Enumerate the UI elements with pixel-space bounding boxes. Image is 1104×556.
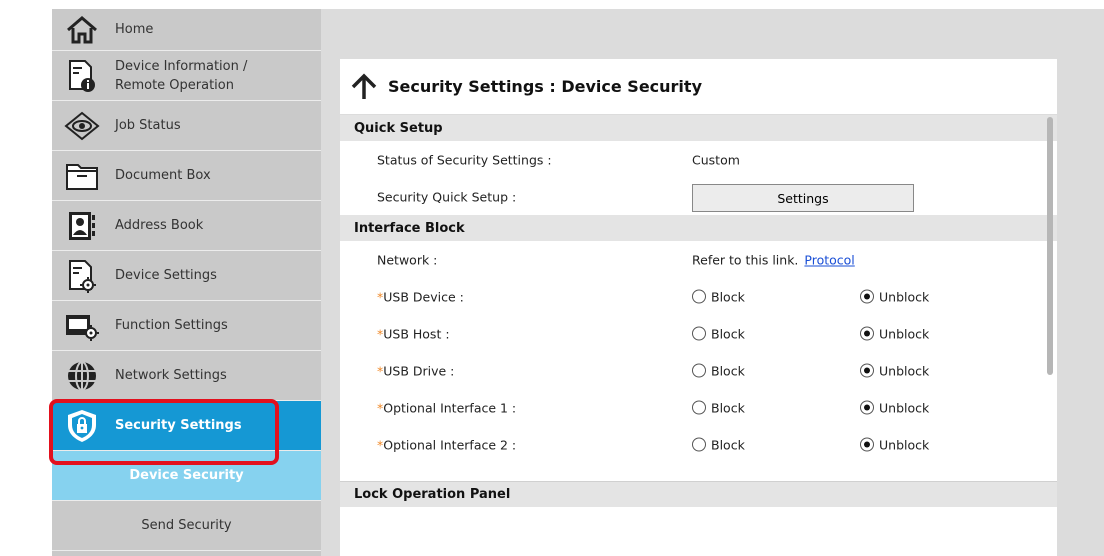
sidebar-item-label: Address Book bbox=[115, 218, 204, 233]
callout-highlight-frame bbox=[49, 399, 279, 465]
home-icon bbox=[62, 12, 102, 48]
radio-circle-icon bbox=[692, 437, 706, 452]
network-text: Refer to this link. bbox=[692, 252, 799, 267]
radio-circle-icon bbox=[860, 363, 874, 378]
vertical-scrollbar[interactable] bbox=[1047, 117, 1053, 375]
sidebar-item-function-settings[interactable]: Function Settings bbox=[52, 301, 321, 351]
page-title: Security Settings : Device Security bbox=[388, 77, 702, 96]
sidebar-subitem-label: Send Security bbox=[141, 518, 232, 533]
radio-circle-icon bbox=[860, 400, 874, 415]
row-status-security-settings: Status of Security Settings : Custom bbox=[340, 141, 1057, 178]
radio-circle-icon bbox=[860, 437, 874, 452]
row-security-quick-setup: Security Quick Setup : Settings bbox=[340, 178, 1057, 215]
block-radio[interactable]: Block bbox=[692, 437, 745, 452]
sidebar-item-label: Network Settings bbox=[115, 368, 227, 383]
row-usb-host: *USB Host : Block Unblock bbox=[340, 315, 1057, 352]
sidebar-item-job-status[interactable]: Job Status bbox=[52, 101, 321, 151]
field-label: *USB Device : bbox=[377, 289, 464, 304]
sidebar-item-device-settings[interactable]: Device Settings bbox=[52, 251, 321, 301]
function-settings-icon bbox=[62, 308, 102, 344]
radio-circle-icon bbox=[860, 289, 874, 304]
row-usb-drive: *USB Drive : Block Unblock bbox=[340, 352, 1057, 389]
sidebar-item-device-information[interactable]: Device Information / Remote Operation bbox=[52, 51, 321, 101]
sidebar-item-label: Device Settings bbox=[115, 268, 217, 283]
settings-button[interactable]: Settings bbox=[692, 184, 914, 212]
field-label: *USB Host : bbox=[377, 326, 450, 341]
sidebar-item-document-box[interactable]: Document Box bbox=[52, 151, 321, 201]
block-radio[interactable]: Block bbox=[692, 400, 745, 415]
unblock-radio[interactable]: Unblock bbox=[860, 437, 929, 452]
quick-setup-label: Security Quick Setup : bbox=[377, 189, 517, 204]
device-settings-icon bbox=[62, 258, 102, 294]
radio-circle-icon bbox=[692, 326, 706, 341]
address-book-icon bbox=[62, 208, 102, 244]
sidebar-item-home[interactable]: Home bbox=[52, 9, 321, 51]
row-optional-interface-2: *Optional Interface 2 : Block Unblock bbox=[340, 426, 1057, 463]
device-info-icon bbox=[62, 58, 102, 94]
block-radio[interactable]: Block bbox=[692, 363, 745, 378]
up-arrow-icon[interactable] bbox=[350, 73, 378, 101]
row-network: Network : Refer to this link. Protocol bbox=[340, 241, 1057, 278]
page-header: Security Settings : Device Security bbox=[340, 59, 1057, 115]
radio-circle-icon bbox=[692, 289, 706, 304]
field-label: *Optional Interface 1 : bbox=[377, 400, 517, 415]
main-panel: Security Settings : Device Security Quic… bbox=[340, 59, 1057, 556]
row-usb-device: *USB Device : Block Unblock bbox=[340, 278, 1057, 315]
section-interface-block: Interface Block bbox=[340, 215, 1057, 241]
unblock-radio[interactable]: Unblock bbox=[860, 326, 929, 341]
folder-icon bbox=[62, 158, 102, 194]
unblock-radio[interactable]: Unblock bbox=[860, 400, 929, 415]
eye-icon bbox=[62, 108, 102, 144]
sidebar: Home Device Information / Remote Operati… bbox=[52, 9, 321, 556]
sidebar-item-label: Device Information / Remote Operation bbox=[115, 58, 248, 93]
network-info: Refer to this link. Protocol bbox=[692, 252, 855, 267]
sidebar-item-network-settings[interactable]: Network Settings bbox=[52, 351, 321, 401]
unblock-radio[interactable]: Unblock bbox=[860, 289, 929, 304]
status-value: Custom bbox=[692, 152, 740, 167]
globe-icon bbox=[62, 358, 102, 394]
radio-circle-icon bbox=[692, 363, 706, 378]
block-radio[interactable]: Block bbox=[692, 289, 745, 304]
sidebar-subitem-label: Device Security bbox=[129, 468, 244, 483]
block-radio[interactable]: Block bbox=[692, 326, 745, 341]
section-quick-setup: Quick Setup bbox=[340, 115, 1057, 141]
field-label: *Optional Interface 2 : bbox=[377, 437, 517, 452]
row-optional-interface-1: *Optional Interface 1 : Block Unblock bbox=[340, 389, 1057, 426]
unblock-radio[interactable]: Unblock bbox=[860, 363, 929, 378]
sidebar-subitem-send-security[interactable]: Send Security bbox=[52, 501, 321, 551]
sidebar-item-label: Job Status bbox=[115, 118, 181, 133]
sidebar-item-label: Home bbox=[115, 22, 154, 37]
status-label: Status of Security Settings : bbox=[377, 152, 552, 167]
section-lock-operation-panel: Lock Operation Panel bbox=[340, 481, 1057, 507]
radio-circle-icon bbox=[692, 400, 706, 415]
sidebar-item-label: Document Box bbox=[115, 168, 211, 183]
sidebar-item-label: Function Settings bbox=[115, 318, 228, 333]
sidebar-item-address-book[interactable]: Address Book bbox=[52, 201, 321, 251]
network-label: Network : bbox=[377, 252, 438, 267]
protocol-link[interactable]: Protocol bbox=[804, 252, 854, 267]
radio-circle-icon bbox=[860, 326, 874, 341]
field-label: *USB Drive : bbox=[377, 363, 455, 378]
